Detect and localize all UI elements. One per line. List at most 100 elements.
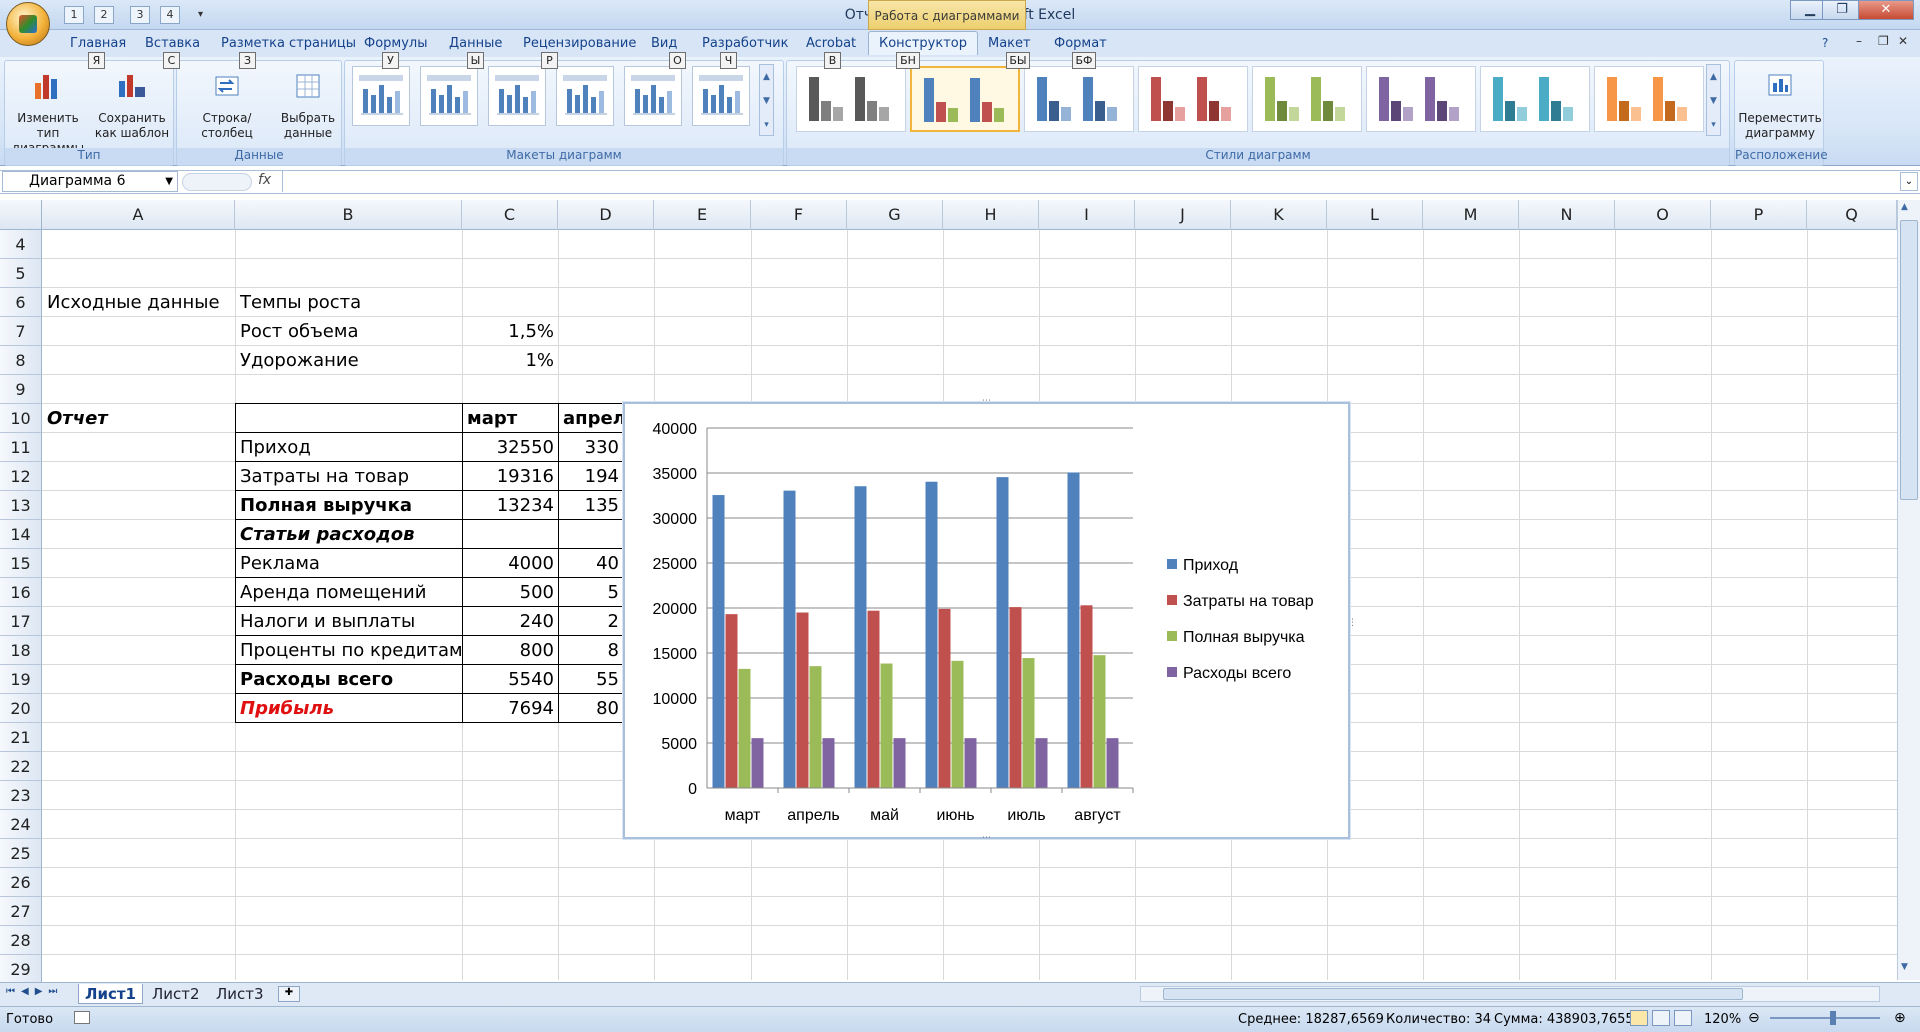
row-header-7[interactable]: 7 bbox=[0, 317, 42, 346]
styles-gallery-scroll[interactable]: ▲ ▼ ▾ bbox=[1706, 64, 1721, 136]
name-box[interactable]: Диаграмма 6 ▼ bbox=[2, 171, 178, 192]
page-break-view-icon[interactable] bbox=[1674, 1010, 1692, 1026]
vertical-scrollbar[interactable]: ▲ ▼ bbox=[1897, 200, 1920, 980]
row-header-22[interactable]: 22 bbox=[0, 752, 42, 781]
cell-b12[interactable]: Затраты на товар bbox=[236, 462, 462, 491]
cell-c10[interactable]: март bbox=[463, 404, 558, 433]
row-header-25[interactable]: 25 bbox=[0, 839, 42, 868]
col-header-i[interactable]: I bbox=[1039, 200, 1135, 230]
formula-expand-icon[interactable]: ⌄ bbox=[1900, 172, 1918, 191]
row-header-10[interactable]: 10 bbox=[0, 404, 42, 433]
sheet-tab-2[interactable]: Лист2 bbox=[146, 984, 206, 1004]
row-header-8[interactable]: 8 bbox=[0, 346, 42, 375]
tab-12[interactable]: Формат bbox=[1054, 36, 1107, 51]
col-header-p[interactable]: P bbox=[1711, 200, 1807, 230]
maximize-button[interactable]: ❐ bbox=[1822, 0, 1862, 20]
row-header-12[interactable]: 12 bbox=[0, 462, 42, 491]
zoom-level[interactable]: 120% bbox=[1704, 1012, 1741, 1027]
col-header-j[interactable]: J bbox=[1135, 200, 1231, 230]
cell-b6[interactable]: Темпы роста bbox=[236, 288, 462, 317]
chart-resize-handle-right[interactable]: ⋮ bbox=[1348, 618, 1357, 628]
cell-b13[interactable]: Полная выручка bbox=[236, 491, 462, 520]
name-box-dropdown-icon[interactable]: ▼ bbox=[165, 172, 173, 191]
cell-c14[interactable] bbox=[463, 520, 558, 549]
cell-b16[interactable]: Аренда помещений bbox=[236, 578, 462, 607]
col-header-h[interactable]: H bbox=[943, 200, 1039, 230]
cell-d17[interactable]: 2 bbox=[559, 607, 623, 636]
doc-minimize-icon[interactable]: – bbox=[1856, 34, 1862, 48]
row-header-20[interactable]: 20 bbox=[0, 694, 42, 723]
cell-c8[interactable]: 1% bbox=[463, 346, 558, 375]
chart-style-3[interactable] bbox=[1024, 66, 1134, 132]
col-header-k[interactable]: K bbox=[1231, 200, 1327, 230]
col-header-c[interactable]: C bbox=[462, 200, 558, 230]
vertical-scroll-thumb[interactable] bbox=[1900, 220, 1918, 500]
cell-b17[interactable]: Налоги и выплаты bbox=[236, 607, 462, 636]
cell-b18[interactable]: Проценты по кредитам bbox=[236, 636, 462, 665]
close-button[interactable]: ✕ bbox=[1858, 0, 1914, 20]
chart-style-7[interactable] bbox=[1480, 66, 1590, 132]
row-header-21[interactable]: 21 bbox=[0, 723, 42, 752]
chart-layout-5[interactable] bbox=[624, 66, 682, 126]
cell-c12[interactable]: 19316 bbox=[463, 462, 558, 491]
col-header-f[interactable]: F bbox=[751, 200, 847, 230]
col-header-l[interactable]: L bbox=[1327, 200, 1423, 230]
chart-layout-1[interactable] bbox=[352, 66, 410, 126]
cell-a10[interactable]: Отчет bbox=[43, 404, 235, 433]
save-as-template-button[interactable]: Сохранить как шаблон bbox=[93, 69, 171, 141]
layouts-gallery-scroll[interactable]: ▲ ▼ ▾ bbox=[759, 64, 774, 136]
cell-c7[interactable]: 1,5% bbox=[463, 317, 558, 346]
zoom-out-icon[interactable]: ⊖ bbox=[1748, 1010, 1760, 1026]
cell-c13[interactable]: 13234 bbox=[463, 491, 558, 520]
cell-d16[interactable]: 5 bbox=[559, 578, 623, 607]
normal-view-icon[interactable] bbox=[1630, 1010, 1648, 1026]
insert-sheet-icon[interactable]: ✚ bbox=[278, 986, 300, 1002]
cell-b11[interactable]: Приход bbox=[236, 433, 462, 462]
row-header-18[interactable]: 18 bbox=[0, 636, 42, 665]
doc-restore-icon[interactable]: ❐ bbox=[1878, 34, 1889, 48]
col-header-o[interactable]: O bbox=[1615, 200, 1711, 230]
row-header-17[interactable]: 17 bbox=[0, 607, 42, 636]
cell-b20[interactable]: Прибыль bbox=[236, 694, 462, 723]
cell-d18[interactable]: 8 bbox=[559, 636, 623, 665]
tab-9[interactable]: Acrobat bbox=[806, 36, 856, 51]
cell-c18[interactable]: 800 bbox=[463, 636, 558, 665]
cell-d14[interactable] bbox=[559, 520, 623, 549]
chart-style-6[interactable] bbox=[1366, 66, 1476, 132]
formula-input[interactable] bbox=[282, 171, 1896, 192]
cell-c11[interactable]: 32550 bbox=[463, 433, 558, 462]
row-header-13[interactable]: 13 bbox=[0, 491, 42, 520]
cell-b14[interactable]: Статьи расходов bbox=[236, 520, 462, 549]
col-header-b[interactable]: B bbox=[235, 200, 462, 230]
horizontal-scrollbar[interactable] bbox=[1140, 986, 1880, 1002]
help-icon[interactable]: ? bbox=[1822, 36, 1828, 50]
row-header-15[interactable]: 15 bbox=[0, 549, 42, 578]
col-header-n[interactable]: N bbox=[1519, 200, 1615, 230]
row-header-23[interactable]: 23 bbox=[0, 781, 42, 810]
chart-style-4[interactable] bbox=[1138, 66, 1248, 132]
horizontal-scroll-thumb[interactable] bbox=[1163, 988, 1743, 1000]
scroll-up-icon[interactable]: ▲ bbox=[1901, 202, 1908, 212]
cell-c15[interactable]: 4000 bbox=[463, 549, 558, 578]
scroll-down-icon[interactable]: ▼ bbox=[1901, 962, 1908, 972]
move-chart-button[interactable]: Переместить диаграмму bbox=[1737, 69, 1823, 141]
zoom-slider-track[interactable] bbox=[1770, 1017, 1880, 1019]
tab-4[interactable]: Формулы bbox=[364, 36, 427, 51]
row-header-16[interactable]: 16 bbox=[0, 578, 42, 607]
switch-row-column-button[interactable]: Строка/столбец bbox=[181, 69, 273, 141]
row-header-5[interactable]: 5 bbox=[0, 259, 42, 288]
chart-layout-6[interactable] bbox=[692, 66, 750, 126]
row-header-29[interactable]: 29 bbox=[0, 955, 42, 984]
select-all-corner[interactable] bbox=[0, 200, 42, 230]
cell-c20[interactable]: 7694 bbox=[463, 694, 558, 723]
fx-icon[interactable]: fx bbox=[258, 172, 271, 188]
cell-d12[interactable]: 194 bbox=[559, 462, 623, 491]
cell-d13[interactable]: 135 bbox=[559, 491, 623, 520]
cell-d15[interactable]: 40 bbox=[559, 549, 623, 578]
row-header-14[interactable]: 14 bbox=[0, 520, 42, 549]
zoom-slider-thumb[interactable] bbox=[1830, 1011, 1836, 1025]
chart-layout-3[interactable] bbox=[488, 66, 546, 126]
chart-resize-handle-bottom[interactable]: ⋯ bbox=[982, 834, 991, 843]
chart-layout-2[interactable] bbox=[420, 66, 478, 126]
tab-11[interactable]: Макет bbox=[988, 36, 1031, 51]
